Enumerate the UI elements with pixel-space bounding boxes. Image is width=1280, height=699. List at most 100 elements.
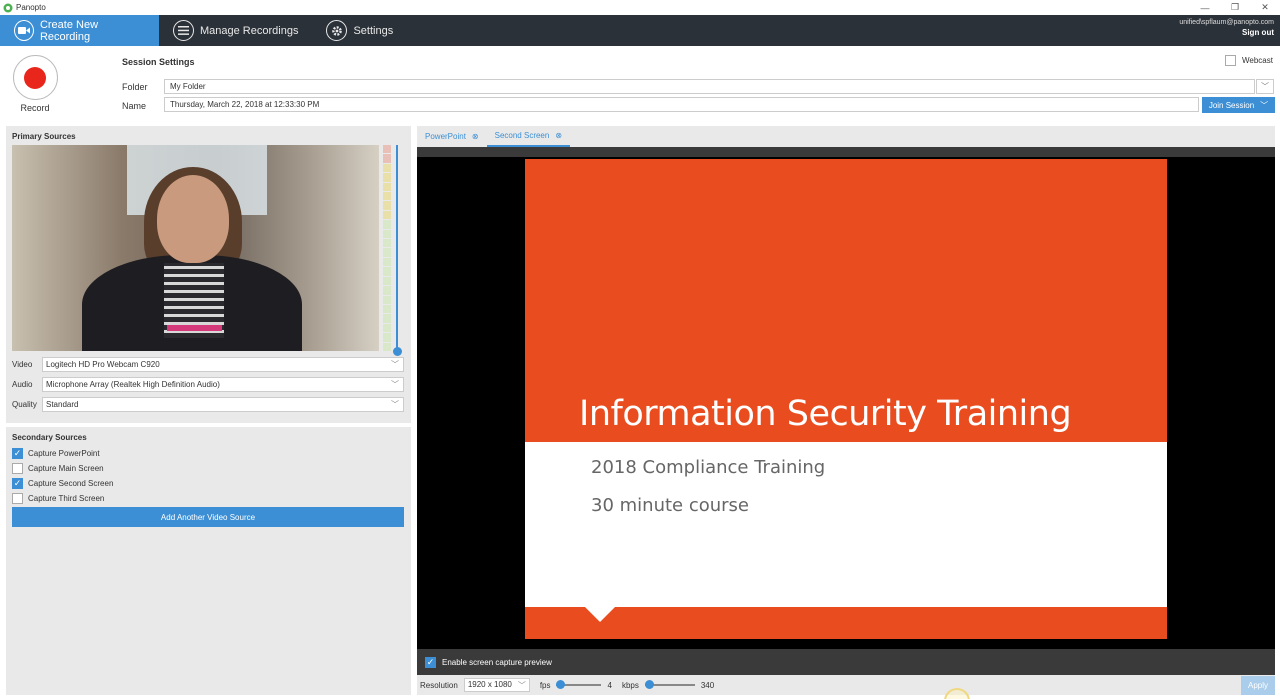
main-nav: Create New Recording Manage Recordings S…: [0, 15, 1280, 46]
level-segment: [383, 333, 391, 342]
fps-label: fps: [539, 680, 551, 690]
primary-sources-title: Primary Sources: [12, 132, 76, 141]
join-session-button[interactable]: Join Session ﹀: [1202, 97, 1275, 113]
checkbox-empty[interactable]: [12, 463, 23, 474]
level-segment: [383, 154, 391, 163]
webcast-checkbox[interactable]: [1225, 55, 1236, 66]
audio-select[interactable]: Microphone Array (Realtek High Definitio…: [42, 377, 404, 392]
quality-select[interactable]: Standard ﹀: [42, 397, 404, 412]
sign-out-link[interactable]: Sign out: [1179, 28, 1274, 37]
screen-capture-preview: Information Security Training 2018 Compl…: [417, 147, 1275, 649]
audio-label: Audio: [12, 380, 33, 389]
record-dot-icon: [24, 66, 46, 89]
secondary-sources-section: Secondary Sources ✓ Capture PowerPoint C…: [6, 423, 411, 695]
chevron-down-icon: ﹀: [1260, 100, 1269, 110]
level-segment: [383, 276, 391, 286]
secondary-sources-title: Secondary Sources: [12, 433, 87, 442]
restore-button[interactable]: ❐: [1220, 0, 1250, 15]
folder-dropdown-button[interactable]: ﹀: [1256, 79, 1274, 94]
title-bar: Panopto — ❐ ✕: [0, 0, 1280, 15]
level-segment: [383, 295, 391, 304]
quality-select-value: Standard: [46, 400, 79, 409]
record-label: Record: [20, 103, 50, 113]
webcam-person-accent: [167, 325, 222, 331]
list-icon: [173, 20, 194, 41]
resolution-value: 1920 x 1080: [467, 680, 512, 689]
record-control: Record: [11, 55, 59, 113]
capture-powerpoint-option[interactable]: ✓ Capture PowerPoint: [12, 448, 100, 459]
camera-icon: [14, 20, 34, 41]
session-name-field[interactable]: Thursday, March 22, 2018 at 12:33:30 PM: [164, 97, 1199, 112]
audio-select-value: Microphone Array (Realtek High Definitio…: [46, 380, 220, 389]
folder-field[interactable]: My Folder: [164, 79, 1255, 94]
fps-value: 4: [607, 680, 612, 690]
level-segment: [383, 248, 391, 257]
fps-slider[interactable]: [556, 679, 602, 691]
level-segment: [383, 173, 391, 182]
record-button[interactable]: [12, 55, 58, 100]
slide-title: Information Security Training: [579, 394, 1072, 434]
level-segment: [383, 220, 391, 229]
webcam-preview: [12, 145, 379, 351]
chevron-down-icon: ﹀: [391, 380, 399, 389]
capture-main-screen-option[interactable]: Capture Main Screen: [12, 463, 104, 474]
checkmark-icon[interactable]: ✓: [12, 478, 23, 489]
video-select[interactable]: Logitech HD Pro Webcam C920 ﹀: [42, 357, 404, 372]
level-segment: [383, 239, 391, 248]
apply-button[interactable]: Apply: [1241, 676, 1275, 695]
slide-subtitle: 30 minute course: [591, 495, 750, 516]
webcast-option[interactable]: Webcast: [1225, 55, 1273, 66]
level-segment: [383, 314, 391, 323]
minimize-button[interactable]: —: [1190, 0, 1220, 15]
audio-level-meter: [383, 145, 391, 351]
checkmark-icon[interactable]: ✓: [12, 448, 23, 459]
close-tab-icon[interactable]: ⊗: [472, 132, 479, 141]
tab-settings[interactable]: Settings: [312, 15, 407, 46]
level-segment: [383, 145, 391, 154]
user-box: unified\spflaum@panopto.com Sign out: [1179, 19, 1274, 37]
audio-level-slider[interactable]: [393, 347, 402, 356]
preview-panel: PowerPoint ⊗ Second Screen ⊗ Information…: [417, 126, 1275, 695]
sources-panel: Primary Sources Video Logitech HD Pro We…: [6, 126, 411, 695]
close-button[interactable]: ✕: [1250, 0, 1280, 15]
audio-level-track: [396, 145, 398, 351]
folder-label: Folder: [122, 82, 148, 92]
capture-settings-bar: Resolution 1920 x 1080 ﹀ fps 4 kbps 340 …: [417, 675, 1275, 695]
level-segment: [383, 229, 391, 239]
preview-tabs: PowerPoint ⊗ Second Screen ⊗: [417, 126, 571, 147]
level-segment: [383, 267, 391, 276]
checkmark-icon[interactable]: ✓: [425, 656, 436, 668]
tab-create-new-recording[interactable]: Create New Recording: [0, 15, 159, 46]
tab-manage-recordings[interactable]: Manage Recordings: [159, 15, 312, 46]
tab-powerpoint[interactable]: PowerPoint ⊗: [417, 126, 487, 147]
kbps-slider[interactable]: [644, 679, 695, 691]
checkbox-empty[interactable]: [12, 493, 23, 504]
tab-label: Create New Recording: [39, 18, 99, 43]
level-segment: [383, 257, 391, 267]
preview-toggle-bar: ✓ Enable screen capture preview: [417, 649, 1275, 675]
webcast-label: Webcast: [1242, 56, 1273, 65]
slider-knob[interactable]: [556, 680, 566, 689]
slider-knob[interactable]: [644, 680, 654, 689]
presentation-slide: Information Security Training 2018 Compl…: [525, 159, 1167, 639]
name-label: Name: [122, 101, 147, 111]
resolution-select[interactable]: 1920 x 1080 ﹀: [463, 678, 530, 692]
kbps-label: kbps: [621, 680, 639, 690]
add-video-source-button[interactable]: Add Another Video Source: [12, 507, 404, 527]
close-tab-icon[interactable]: ⊗: [555, 131, 562, 140]
capture-second-screen-label: Capture Second Screen: [28, 479, 114, 488]
level-segment: [383, 304, 391, 314]
app-title: Panopto: [16, 3, 46, 12]
level-segment: [383, 192, 391, 201]
tab-label: PowerPoint: [425, 132, 466, 141]
tab-label: Manage Recordings: [200, 24, 299, 37]
chevron-down-icon: ﹀: [1261, 82, 1269, 91]
level-segment: [383, 210, 391, 220]
tab-second-screen[interactable]: Second Screen ⊗: [486, 126, 571, 147]
webcam-person-face: [157, 175, 229, 263]
capture-third-screen-option[interactable]: Capture Third Screen: [12, 493, 104, 504]
video-select-value: Logitech HD Pro Webcam C920: [46, 360, 160, 369]
gear-icon: [326, 20, 348, 41]
chevron-down-icon: ﹀: [391, 400, 399, 409]
capture-second-screen-option[interactable]: ✓ Capture Second Screen: [12, 478, 113, 489]
